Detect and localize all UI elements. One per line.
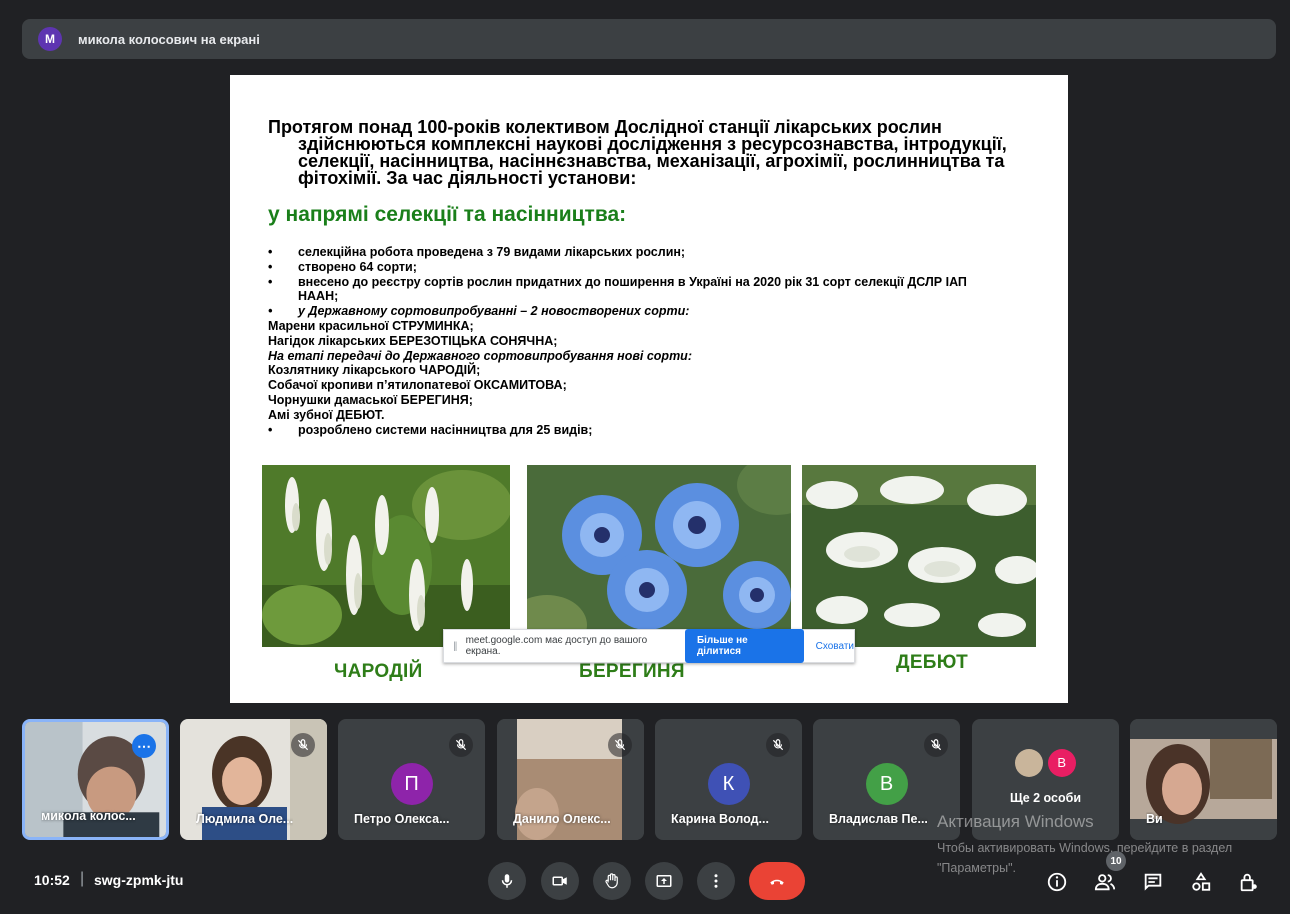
raise-hand-icon: [605, 873, 618, 889]
slide-line: Марени красильної СТРУМИНКА;: [268, 318, 474, 333]
photo-charodiy: [262, 465, 510, 647]
info-icon: [1047, 872, 1067, 892]
participant-tile-liudmyla[interactable]: Людмила Оле...: [180, 719, 327, 840]
mic-off-icon: [924, 733, 948, 757]
participant-avatar: В: [865, 763, 908, 805]
others-label: Ще 2 особи: [1009, 791, 1082, 805]
presenting-text: микола колосович на екрані: [78, 31, 260, 47]
other-participant-photo: [1015, 749, 1044, 777]
stop-sharing-button[interactable]: Більше не ділитися: [684, 629, 804, 663]
lock-person-icon: [1240, 873, 1257, 892]
slide-body: селекційна робота проведена з 79 видами …: [268, 245, 1008, 437]
mic-off-icon: [291, 733, 315, 757]
participant-name: Петро Олекса...: [354, 812, 450, 826]
activities-button[interactable]: [1185, 866, 1217, 898]
meeting-time: 10:52: [34, 872, 70, 888]
presenter-avatar: М: [38, 27, 62, 51]
participant-name: микола колос...: [41, 809, 136, 823]
slide-line: створено 64 сорти;: [268, 260, 1008, 275]
more-options-icon[interactable]: ⋯: [132, 734, 156, 758]
participant-name: Ви: [1146, 812, 1163, 826]
caption-charodiy: ЧАРОДІЙ: [334, 661, 423, 682]
caption-berehynia: БЕРЕГИНЯ: [579, 661, 685, 682]
people-icon: [1094, 874, 1116, 891]
drag-handle-icon[interactable]: ||: [448, 641, 462, 652]
participant-tile-petro[interactable]: П Петро Олекса...: [338, 719, 485, 840]
chat-icon: [1144, 873, 1162, 891]
raise-hand-button[interactable]: [593, 862, 631, 900]
slide-line: Собачої кропиви п’ятилопатевої ОКСАМИТОВ…: [268, 378, 567, 393]
slide-line: Амі зубної ДЕБЮТ.: [268, 407, 385, 422]
meeting-code: swg-zpmk-jtu: [94, 872, 184, 888]
host-controls-button[interactable]: [1233, 866, 1265, 898]
hide-button[interactable]: Сховати: [816, 641, 854, 652]
others-group: В Ще 2 особи: [972, 749, 1119, 805]
chat-button[interactable]: [1137, 866, 1169, 898]
presenting-banner: М микола колосович на екрані: [22, 19, 1276, 59]
share-message: meet.google.com має доступ до вашого екр…: [465, 635, 648, 657]
slide-line: Нагідок лікарських БЕРЕЗОТІЦЬКА СОНЯЧНА;: [268, 333, 558, 348]
divider: |: [80, 870, 85, 887]
hang-up-icon: [770, 879, 784, 885]
activities-icon: [1192, 872, 1211, 891]
microphone-icon: [501, 874, 513, 888]
slide-line: розроблено системи насінництва для 25 ви…: [268, 423, 1008, 438]
slide-line: Козлятнику лікарського ЧАРОДІЙ;: [268, 363, 481, 378]
more-options-button[interactable]: [697, 862, 735, 900]
shared-screen-slide: Протягом понад 100-років колективом Досл…: [230, 75, 1068, 703]
slide-heading: у напрямі селекції та насінництва:: [268, 203, 627, 226]
windows-activation-title: Активация Windows: [937, 812, 1094, 831]
slide-line: селекційна робота проведена з 79 видами …: [268, 245, 1008, 260]
participant-avatar: П: [390, 763, 433, 805]
present-screen-button[interactable]: [645, 862, 683, 900]
more-vert-icon: [714, 874, 718, 888]
participant-name: Карина Волод...: [671, 812, 769, 826]
caption-debiut: ДЕБЮТ: [896, 652, 969, 673]
slide-line: На етапі передачі до Державного сортовип…: [268, 348, 692, 363]
meeting-details-button[interactable]: [1041, 866, 1073, 898]
photo-debiut: [802, 465, 1036, 647]
slide-line: у Державному сортовипробуванні – 2 новос…: [268, 304, 1008, 319]
participant-avatar: К: [707, 763, 750, 805]
photo-berehynia: [527, 465, 791, 647]
participant-count-badge: 10: [1106, 851, 1126, 871]
other-participant-avatar: В: [1047, 749, 1076, 777]
participant-tile-mykola[interactable]: ⋯ микола колос...: [22, 719, 169, 840]
participant-tile-you[interactable]: Ви: [1130, 719, 1277, 840]
mic-off-icon: [449, 733, 473, 757]
mic-off-icon: [766, 733, 790, 757]
slide-intro: Протягом понад 100-років колективом Досл…: [268, 118, 1048, 188]
slide-intro-rest: здійснюються комплексні наукові дослідже…: [298, 134, 1007, 188]
screen-share-notification: || meet.google.com має доступ до вашого …: [443, 629, 855, 663]
camera-icon: [552, 876, 567, 886]
mic-off-icon: [608, 733, 632, 757]
participant-tile-karyna[interactable]: К Карина Волод...: [655, 719, 802, 840]
slide-line: внесено до реєстру сортів рослин придатн…: [268, 275, 1008, 305]
participant-name: Владислав Пе...: [829, 812, 928, 826]
participant-tile-danylo[interactable]: Данило Олекс...: [497, 719, 644, 840]
microphone-button[interactable]: [488, 862, 526, 900]
participant-name: Людмила Оле...: [196, 812, 294, 826]
participant-name: Данило Олекс...: [513, 812, 611, 826]
camera-button[interactable]: [541, 862, 579, 900]
slide-line: Чорнушки дамаської БЕРЕГИНЯ;: [268, 392, 473, 407]
present-icon: [656, 875, 672, 887]
leave-call-button[interactable]: [749, 862, 805, 900]
